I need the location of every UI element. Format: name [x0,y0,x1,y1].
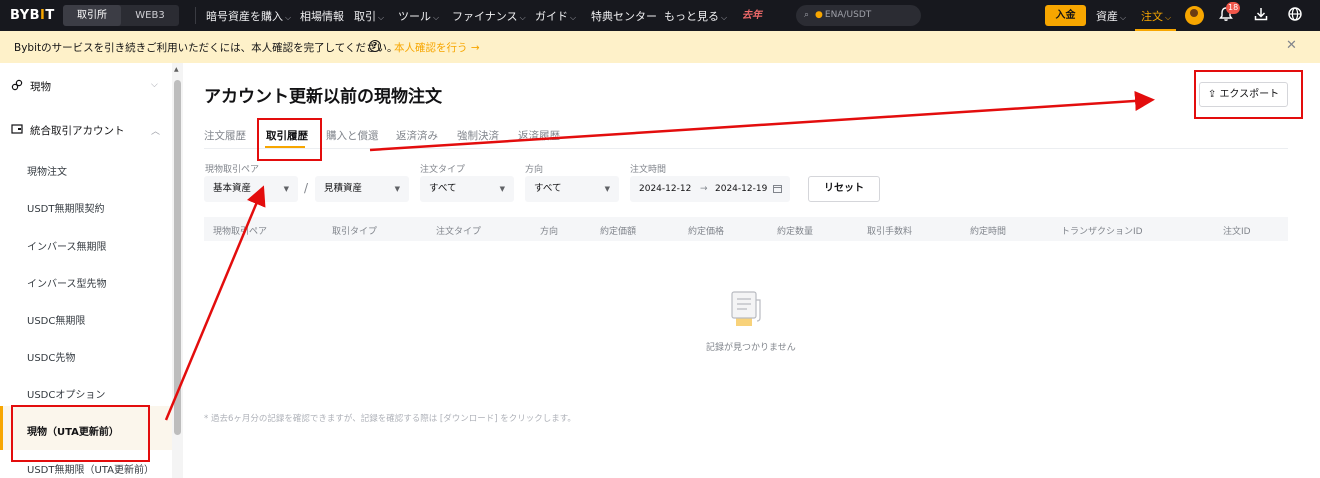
annotation-arrows [164,90,1155,421]
arrow-to-export [369,90,1155,152]
arrow-to-trade-history [164,185,266,421]
